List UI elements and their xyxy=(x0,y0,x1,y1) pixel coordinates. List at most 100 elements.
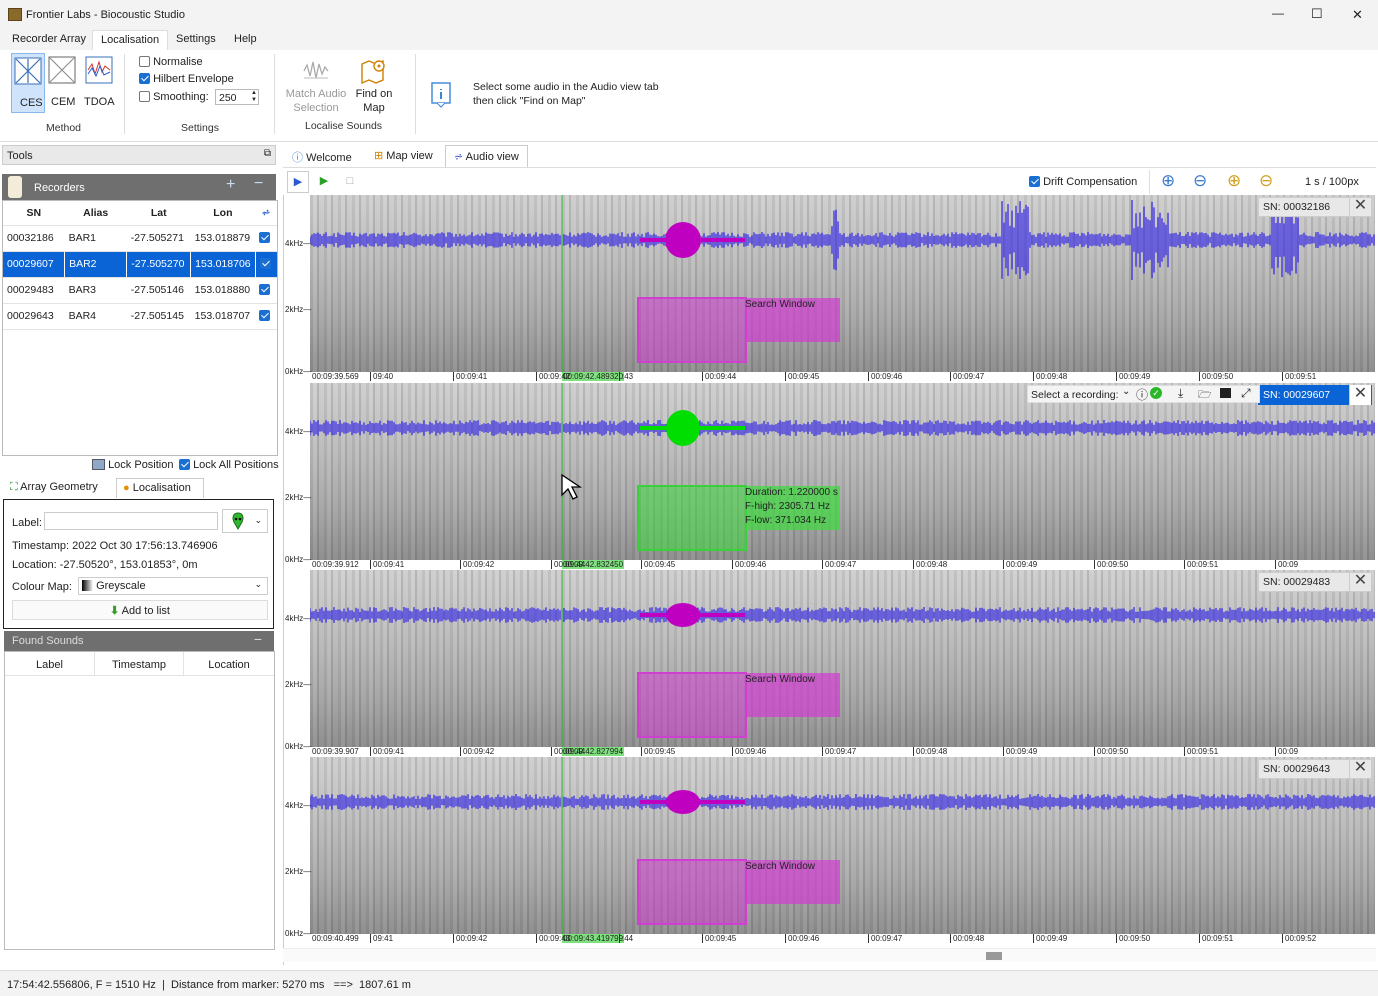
menu-localisation[interactable]: Localisation xyxy=(92,30,169,50)
col-lat[interactable]: Lat xyxy=(126,201,191,226)
axis-tick-label: 00:09:50 xyxy=(1116,934,1150,943)
axis-tick-label: 00:09:51 xyxy=(1184,747,1218,756)
close-track-icon[interactable]: ✕ xyxy=(1349,197,1371,217)
label-input[interactable] xyxy=(44,512,218,530)
play-selection-button[interactable]: ▶ xyxy=(313,171,335,193)
fullscreen-icon[interactable]: ⤢ xyxy=(1241,386,1251,401)
cem-button[interactable]: CEM xyxy=(47,53,77,113)
ces-button[interactable]: CES xyxy=(11,53,45,113)
track-overlay xyxy=(310,757,1375,934)
drift-compensation-checkbox[interactable]: Drift Compensation xyxy=(1029,176,1137,188)
selection-box[interactable] xyxy=(637,485,747,551)
menu-help[interactable]: Help xyxy=(234,33,257,45)
tab-localisation[interactable]: ● Localisation xyxy=(116,478,204,498)
axis-tick-label: 00:09:41 xyxy=(370,560,404,569)
spectrogram-track[interactable]: Duration: 1.220000 s F-high: 2305.71 Hz F-… xyxy=(310,383,1375,560)
freq-axis-label: 4kHz— xyxy=(285,614,312,623)
spinner-arrows-icon[interactable]: ▲ ▼ xyxy=(251,90,257,104)
axis-start-label: 00:09:39.912 xyxy=(312,560,359,569)
spectrogram-track[interactable]: Search Window xyxy=(310,757,1375,934)
menu-settings[interactable]: Settings xyxy=(176,33,216,45)
col-alias[interactable]: Alias xyxy=(64,201,127,226)
info-circle-icon[interactable]: ⓘ xyxy=(1136,386,1148,403)
zoom-out-time-icon[interactable]: ⊖ xyxy=(1193,171,1207,191)
zoom-in-icon[interactable]: ⊕ xyxy=(1227,171,1241,191)
cell-lon: 153.018707 xyxy=(190,303,256,330)
axis-tick-label: 00:09:45 xyxy=(641,560,675,569)
maximize-button[interactable]: ☐ xyxy=(1311,6,1323,22)
tab-map-view[interactable]: ⊞ Map view xyxy=(374,149,433,162)
found-sounds-title: Found Sounds xyxy=(12,635,84,647)
col-location[interactable]: Location xyxy=(184,652,274,676)
menu-recorder-array[interactable]: Recorder Array xyxy=(12,33,86,45)
row-checkbox[interactable] xyxy=(255,225,277,252)
lock-position-button[interactable]: Lock Position xyxy=(92,459,174,471)
table-row[interactable]: 00032186 BAR1 -27.505271 153.018879 xyxy=(3,225,277,252)
row-checkbox[interactable] xyxy=(255,303,277,330)
axis-tick-label: 00:09:49 xyxy=(1003,560,1037,569)
image-icon[interactable] xyxy=(1220,388,1231,398)
table-row[interactable]: 00029643 BAR4 -27.505145 153.018707 xyxy=(3,303,277,330)
add-recorder-button[interactable]: + xyxy=(226,176,235,194)
tab-array-geometry-label: Array Geometry xyxy=(20,481,98,493)
close-button[interactable]: ✕ xyxy=(1352,7,1363,23)
smoothing-checkbox[interactable]: Smoothing: xyxy=(139,91,209,103)
chevron-down-icon[interactable]: ⌄ xyxy=(1122,386,1130,397)
row-checkbox[interactable] xyxy=(254,251,277,278)
cell-lon: 153.018706 xyxy=(190,251,256,278)
col-audio-icon[interactable]: ⩫ xyxy=(255,201,277,226)
add-to-list-button[interactable]: ⬇ Add to list xyxy=(12,600,268,620)
tab-audio-view[interactable]: ⩫ Audio view xyxy=(445,145,528,167)
tdoa-button[interactable]: TDOA xyxy=(82,53,116,113)
normalise-label: Normalise xyxy=(153,56,203,68)
float-pane-icon[interactable]: ⧉ xyxy=(264,148,271,159)
scrollbar-thumb[interactable] xyxy=(986,952,1002,960)
download-icon[interactable]: ⤓ xyxy=(1178,386,1183,401)
freq-axis-label: 4kHz— xyxy=(285,801,312,810)
col-timestamp[interactable]: Timestamp xyxy=(95,652,184,676)
hilbert-envelope-checkbox[interactable]: Hilbert Envelope xyxy=(139,73,234,85)
menu-bar: Recorder Array Localisation Settings Hel… xyxy=(0,30,1378,50)
freq-axis-label: 2kHz— xyxy=(285,305,312,314)
spectrogram-area[interactable]: Search Window 4kHz— 2kHz— 0kHz— 00:09:39.569… xyxy=(283,195,1376,965)
play-button[interactable]: ▶ xyxy=(287,171,309,193)
selection-box[interactable] xyxy=(637,672,747,738)
app-icon xyxy=(8,8,22,21)
smoothing-spinner[interactable]: 250 ▲ ▼ xyxy=(215,89,259,105)
lock-all-positions-checkbox[interactable]: Lock All Positions xyxy=(179,459,279,471)
toolbar-divider xyxy=(1149,170,1150,194)
table-row[interactable]: 00029483 BAR3 -27.505146 153.018880 xyxy=(3,277,277,304)
normalise-checkbox[interactable]: Normalise xyxy=(139,56,203,68)
axis-tick-label: 00:09:42 xyxy=(453,934,487,943)
close-track-icon[interactable]: ✕ xyxy=(1349,385,1371,405)
folder-icon[interactable]: 🗁 xyxy=(1198,386,1212,405)
ribbon: CES CEM TDOA Method Normalise Hilbert En… xyxy=(0,50,1378,142)
row-checkbox[interactable] xyxy=(255,277,277,304)
zoom-out-icon[interactable]: ⊖ xyxy=(1259,171,1273,191)
stop-button[interactable]: □ xyxy=(339,171,361,193)
marker-icon-dropdown[interactable]: ⌄ xyxy=(222,509,268,533)
table-row[interactable]: 00029607 BAR2 -27.505270 153.018706 xyxy=(3,251,277,278)
selection-box[interactable] xyxy=(637,297,747,363)
match-audio-selection-button[interactable]: Match Audio Selection xyxy=(284,54,348,116)
axis-tick-label: 00:09:44 xyxy=(551,747,585,756)
tab-array-geometry[interactable]: ⛶ Array Geometry xyxy=(10,481,98,494)
collapse-button[interactable]: − xyxy=(254,631,262,647)
zoom-in-time-icon[interactable]: ⊕ xyxy=(1161,171,1175,191)
spectrogram-track[interactable]: Search Window xyxy=(310,570,1375,747)
close-track-icon[interactable]: ✕ xyxy=(1349,572,1371,592)
freq-axis-label: 4kHz— xyxy=(285,427,312,436)
tab-welcome[interactable]: ⓘ Welcome xyxy=(292,149,352,165)
horizontal-scrollbar[interactable] xyxy=(283,948,1376,962)
find-on-map-button[interactable]: Find on Map xyxy=(352,54,396,116)
selection-box[interactable] xyxy=(637,859,747,925)
remove-recorder-button[interactable]: − xyxy=(254,175,263,193)
spectrogram-track[interactable]: Search Window xyxy=(310,195,1375,372)
col-label[interactable]: Label xyxy=(5,652,95,676)
col-lon[interactable]: Lon xyxy=(190,201,256,226)
minimize-button[interactable]: — xyxy=(1272,6,1284,20)
colour-map-select[interactable]: Greyscale ⌄ xyxy=(78,577,268,595)
col-sn[interactable]: SN xyxy=(3,201,65,226)
close-track-icon[interactable]: ✕ xyxy=(1349,759,1371,779)
recording-sn-tag: SN: 00029643 ✕ xyxy=(1258,759,1372,779)
